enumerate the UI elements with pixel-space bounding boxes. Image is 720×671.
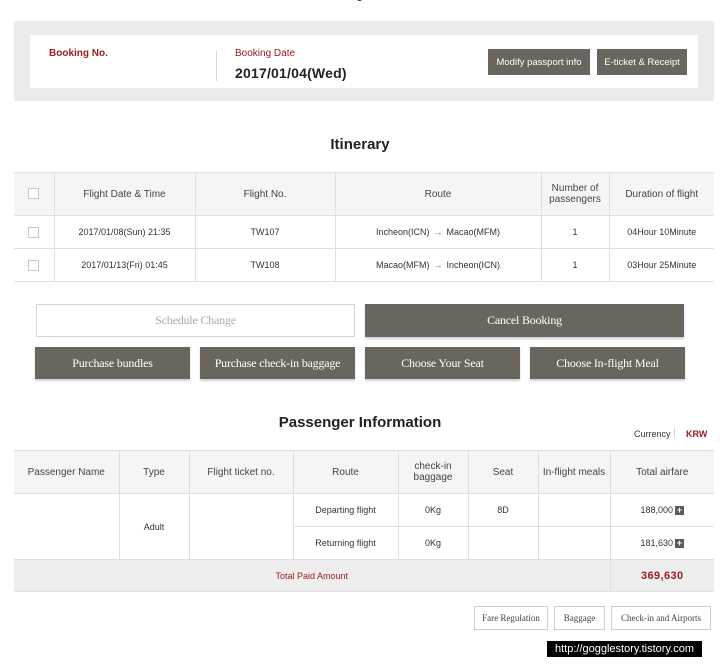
choose-meal-button[interactable]: Choose In-flight Meal — [530, 347, 685, 379]
plus-icon[interactable]: + — [675, 539, 685, 549]
baggage-departing: 0Kg — [397, 493, 469, 527]
purchase-bundles-button[interactable]: Purchase bundles — [35, 347, 190, 379]
col-type: Type — [118, 450, 190, 494]
passenger-count: 1 — [540, 248, 610, 282]
col-ticket-no: Flight ticket no. — [188, 450, 294, 494]
flight-duration: 04Hour 10Minute — [608, 215, 714, 249]
arrow-right-icon: → — [433, 227, 443, 237]
currency-divider — [674, 428, 675, 438]
total-paid-value: 369,630 — [609, 559, 714, 592]
route-from: Macao(MFM) — [375, 260, 430, 270]
route-to: Macao(MFM) — [446, 227, 501, 237]
booking-divider — [216, 51, 217, 81]
route-from: Incheon(ICN) — [375, 227, 430, 237]
passenger-header-row: Passenger Name Type Flight ticket no. Ro… — [14, 450, 714, 494]
seat-departing: 8D — [467, 493, 539, 527]
row-checkbox[interactable] — [28, 259, 40, 271]
booking-date-value: 2017/01/04(Wed) — [235, 65, 347, 81]
itinerary-table: Flight Date & Time Flight No. Route Numb… — [14, 172, 714, 282]
watermark-url: http://gogglestory.tistory.com — [547, 641, 702, 657]
select-all-checkbox[interactable] — [28, 188, 40, 200]
booking-date-label: Booking Date — [235, 48, 296, 59]
flight-route: Macao(MFM) → Incheon(ICN) — [334, 248, 542, 282]
ticket-no — [188, 493, 294, 560]
baggage-returning: 0Kg — [397, 526, 469, 560]
row-select-cell — [14, 215, 55, 249]
flight-date: 2017/01/13(Fri) 01:45 — [53, 248, 196, 282]
seat-returning — [467, 526, 539, 560]
checkin-airports-button[interactable]: Check-in and Airports — [611, 606, 711, 630]
total-paid-label: Total Paid Amount — [14, 559, 611, 592]
purchase-baggage-button[interactable]: Purchase check-in baggage — [200, 347, 355, 379]
plus-icon[interactable]: + — [675, 506, 685, 516]
meal-returning — [537, 526, 611, 560]
flight-no: TW107 — [194, 215, 336, 249]
modify-passport-button[interactable]: Modify passport info — [488, 49, 590, 75]
fare-value: 188,000 — [640, 504, 674, 515]
fare-departing: 188,000 + — [609, 493, 714, 527]
total-row: Total Paid Amount 369,630 — [14, 559, 714, 592]
schedule-change-button[interactable]: Schedule Change — [36, 304, 355, 337]
row-checkbox[interactable] — [28, 226, 40, 238]
booking-summary-box: Booking No. Booking Date 2017/01/04(Wed)… — [30, 35, 698, 88]
flight-route: Incheon(ICN) → Macao(MFM) — [334, 215, 542, 249]
passenger-name — [14, 493, 120, 560]
currency-label: Currency — [634, 429, 671, 439]
flight-date: 2017/01/08(Sun) 21:35 — [53, 215, 196, 249]
col-route: Route — [334, 172, 542, 216]
passenger-table: Passenger Name Type Flight ticket no. Ro… — [14, 450, 714, 592]
fare-value: 181,630 — [640, 537, 674, 548]
table-row: 2017/01/13(Fri) 01:45 TW108 Macao(MFM) → I… — [14, 248, 714, 282]
col-passenger-name: Passenger Name — [14, 450, 120, 494]
passenger-type: Adult — [118, 493, 190, 560]
row-select-cell — [14, 248, 55, 282]
passenger-info-title: Passenger Information — [278, 414, 442, 431]
col-flight-date: Flight Date & Time — [53, 172, 196, 216]
arrow-right-icon: → — [433, 260, 443, 270]
fare-returning: 181,630 + — [609, 526, 714, 560]
table-row: 2017/01/08(Sun) 21:35 TW107 Incheon(ICN)… — [14, 215, 714, 249]
heading-cutoff-glyph — [353, 0, 367, 2]
eticket-receipt-button[interactable]: E-ticket & Receipt — [597, 49, 687, 75]
itinerary-header-row: Flight Date & Time Flight No. Route Numb… — [14, 172, 714, 216]
route-returning: Returning flight — [293, 526, 399, 560]
flight-no: TW108 — [194, 248, 336, 282]
choose-seat-button[interactable]: Choose Your Seat — [365, 347, 520, 379]
route-to: Incheon(ICN) — [446, 260, 501, 270]
currency-value: KRW — [686, 429, 708, 439]
cancel-booking-button[interactable]: Cancel Booking — [365, 304, 684, 337]
col-meals: In-flight meals — [537, 450, 611, 494]
route-departing: Departing flight — [292, 493, 399, 527]
col-seat: Seat — [467, 450, 539, 494]
meal-departing — [537, 493, 611, 527]
col-route: Route — [292, 450, 399, 494]
col-passengers: Number of passengers — [540, 172, 610, 216]
booking-summary-panel: Booking No. Booking Date 2017/01/04(Wed)… — [14, 21, 714, 101]
booking-no-label: Booking No. — [49, 48, 108, 59]
select-all-cell — [14, 172, 55, 216]
flight-duration: 03Hour 25Minute — [608, 248, 714, 282]
col-flight-no: Flight No. — [194, 172, 336, 216]
col-total-airfare: Total airfare — [609, 450, 714, 494]
passenger-count: 1 — [540, 215, 610, 249]
baggage-button[interactable]: Baggage — [554, 606, 605, 630]
col-baggage: check-in baggage — [397, 450, 469, 494]
fare-regulation-button[interactable]: Fare Regulation — [474, 606, 548, 630]
table-row: Adult Departing flight 0Kg 8D 188,000 + — [14, 493, 714, 560]
col-duration: Duration of flight — [608, 172, 714, 216]
itinerary-title: Itinerary — [330, 136, 390, 153]
